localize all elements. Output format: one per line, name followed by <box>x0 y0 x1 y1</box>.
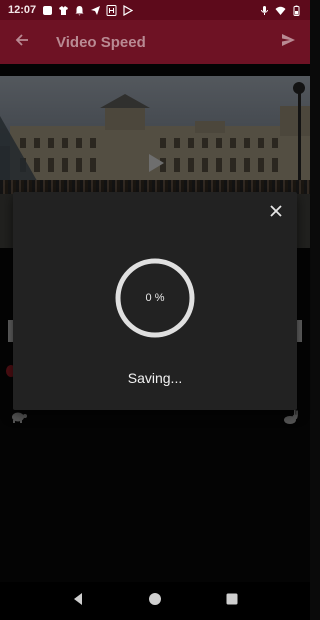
nav-recents-button[interactable] <box>217 586 247 616</box>
status-time: 12:07 <box>8 4 37 16</box>
mic-icon <box>259 5 270 16</box>
close-icon <box>270 204 282 222</box>
system-icons <box>259 5 302 16</box>
save-send-button[interactable] <box>266 20 310 64</box>
saving-dialog: 0 % Saving... <box>13 192 297 410</box>
white-square-icon <box>42 5 53 16</box>
progress-percentage: 0 % <box>145 292 165 304</box>
shirt-icon <box>58 5 69 16</box>
status-bar: 12:07 <box>0 0 310 20</box>
bell-icon <box>74 5 85 16</box>
send-icon <box>90 5 101 16</box>
battery-icon <box>291 5 302 16</box>
send-icon <box>280 32 296 53</box>
nav-home-icon <box>148 592 162 611</box>
wifi-icon <box>275 5 286 16</box>
nav-home-button[interactable] <box>140 586 170 616</box>
back-button[interactable] <box>0 20 44 64</box>
page-title: Video Speed <box>56 33 146 51</box>
navigation-bar <box>0 582 310 620</box>
nav-back-icon <box>71 592 85 611</box>
app-bar: Video Speed <box>0 20 310 64</box>
h-box-icon <box>106 4 117 16</box>
arrow-back-icon <box>14 32 30 53</box>
nav-back-button[interactable] <box>63 586 93 616</box>
play-store-icon <box>122 4 134 16</box>
close-button[interactable] <box>265 202 287 224</box>
nav-recents-icon <box>225 592 239 611</box>
saving-status-text: Saving... <box>127 370 183 386</box>
notification-icons <box>42 4 134 16</box>
